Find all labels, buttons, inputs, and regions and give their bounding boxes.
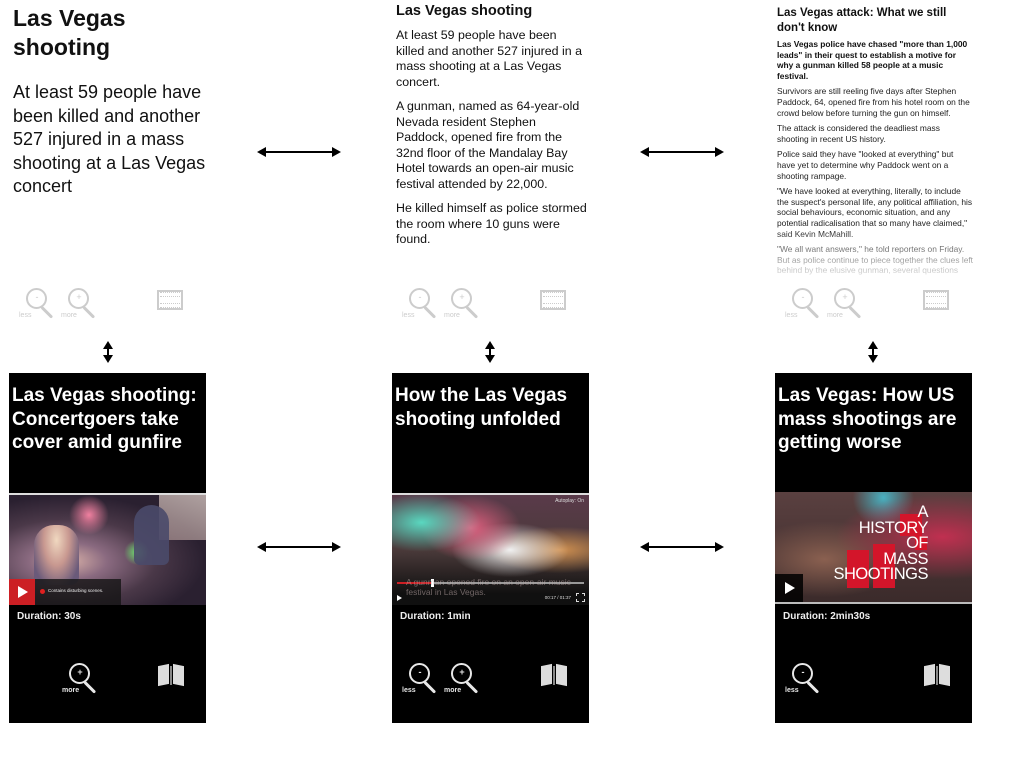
video-duration: Duration: 1min xyxy=(400,611,471,622)
zoom-less-button[interactable]: - less xyxy=(785,288,820,322)
zoom-less-button[interactable]: - less xyxy=(785,663,820,697)
panel-1-title: Las Vegas shooting xyxy=(13,5,126,60)
video-duration: Duration: 30s xyxy=(17,611,81,622)
panel-2-title: Las Vegas shooting xyxy=(396,3,533,19)
panel-2-article: Las Vegas shooting At least 59 people ha… xyxy=(396,0,588,257)
panel-3-paragraph: Police said they have "looked at everyth… xyxy=(777,149,954,181)
film-icon[interactable] xyxy=(157,290,183,310)
double-arrow-horizontal-icon xyxy=(257,541,341,553)
zoom-less-button[interactable]: - less xyxy=(19,288,54,322)
panel-2-paragraph: He killed himself as police stormed the … xyxy=(396,201,587,246)
text-fade-overlay xyxy=(777,228,973,276)
double-arrow-vertical-icon xyxy=(102,341,114,363)
play-icon[interactable] xyxy=(397,595,402,601)
double-arrow-vertical-icon xyxy=(484,341,496,363)
double-arrow-vertical-icon xyxy=(867,341,879,363)
book-icon[interactable] xyxy=(924,663,950,687)
play-icon xyxy=(785,582,795,594)
double-arrow-horizontal-icon xyxy=(257,146,341,158)
panel-3-toolbar: - less + more xyxy=(775,288,971,328)
video-card-2: How the Las Vegas shooting unfolded Auto… xyxy=(392,373,589,723)
zoom-more-button[interactable]: + more xyxy=(827,288,862,322)
video-card-1: Las Vegas shooting: Concertgoers take co… xyxy=(9,373,206,723)
warning-banner: Contains disturbing scenes. xyxy=(35,579,121,605)
panel-3-title: Las Vegas attack: What we still don't kn… xyxy=(777,7,947,34)
autoplay-toggle[interactable]: Autoplay: On xyxy=(555,498,584,504)
panel-3-lead: Las Vegas police have chased "more than … xyxy=(777,39,968,81)
book-icon[interactable] xyxy=(158,663,184,687)
panel-1-toolbar: - less + more xyxy=(9,288,205,328)
panel-2-paragraph: A gunman, named as 64-year-old Nevada re… xyxy=(396,99,580,191)
video-title: Las Vegas: How US mass shootings are get… xyxy=(778,385,957,453)
panel-3-paragraph: The attack is considered the deadliest m… xyxy=(777,123,940,144)
play-button[interactable] xyxy=(775,574,803,602)
video-subtitle: A gunman opened fire on an open-air musi… xyxy=(406,577,571,597)
zoom-more-button[interactable]: + more xyxy=(444,288,479,322)
zoom-more-button[interactable]: + more xyxy=(61,288,96,322)
video-thumbnail[interactable]: Contains disturbing scenes. xyxy=(9,495,206,605)
video-thumbnail[interactable]: A HISTORY OF MASS SHOOTINGS xyxy=(775,492,972,604)
video-player[interactable]: Autoplay: On A gunman opened fire on an … xyxy=(392,495,589,605)
panel-3-paragraph: Survivors are still reeling five days af… xyxy=(777,86,970,118)
panel-2-paragraph: At least 59 people have been killed and … xyxy=(396,28,582,89)
film-icon[interactable] xyxy=(540,290,566,310)
zoom-more-button[interactable]: + more xyxy=(444,663,479,697)
warning-dot-icon xyxy=(40,589,45,594)
video-duration: Duration: 2min30s xyxy=(783,611,871,622)
double-arrow-horizontal-icon xyxy=(640,146,724,158)
double-arrow-horizontal-icon xyxy=(640,541,724,553)
video-title: Las Vegas shooting: Concertgoers take co… xyxy=(12,385,197,453)
panel-1-summary: At least 59 people have been killed and … xyxy=(13,82,206,196)
video-card-3: Las Vegas: How US mass shootings are get… xyxy=(775,373,972,723)
time-readout: 00:17 / 01:37 xyxy=(544,595,571,600)
panel-2-toolbar: - less + more xyxy=(392,288,588,328)
play-button[interactable] xyxy=(9,579,35,605)
zoom-less-button[interactable]: - less xyxy=(402,663,437,697)
video-title: How the Las Vegas shooting unfolded xyxy=(395,385,568,430)
film-icon[interactable] xyxy=(923,290,949,310)
fullscreen-icon[interactable] xyxy=(576,593,585,602)
overlay-title: A HISTORY OF MASS SHOOTINGS xyxy=(833,503,928,583)
book-icon[interactable] xyxy=(541,663,567,687)
zoom-less-button[interactable]: - less xyxy=(402,288,437,322)
panel-3-article: Las Vegas attack: What we still don't kn… xyxy=(777,6,973,276)
play-icon xyxy=(18,586,28,598)
zoom-more-button[interactable]: + more xyxy=(62,663,97,697)
